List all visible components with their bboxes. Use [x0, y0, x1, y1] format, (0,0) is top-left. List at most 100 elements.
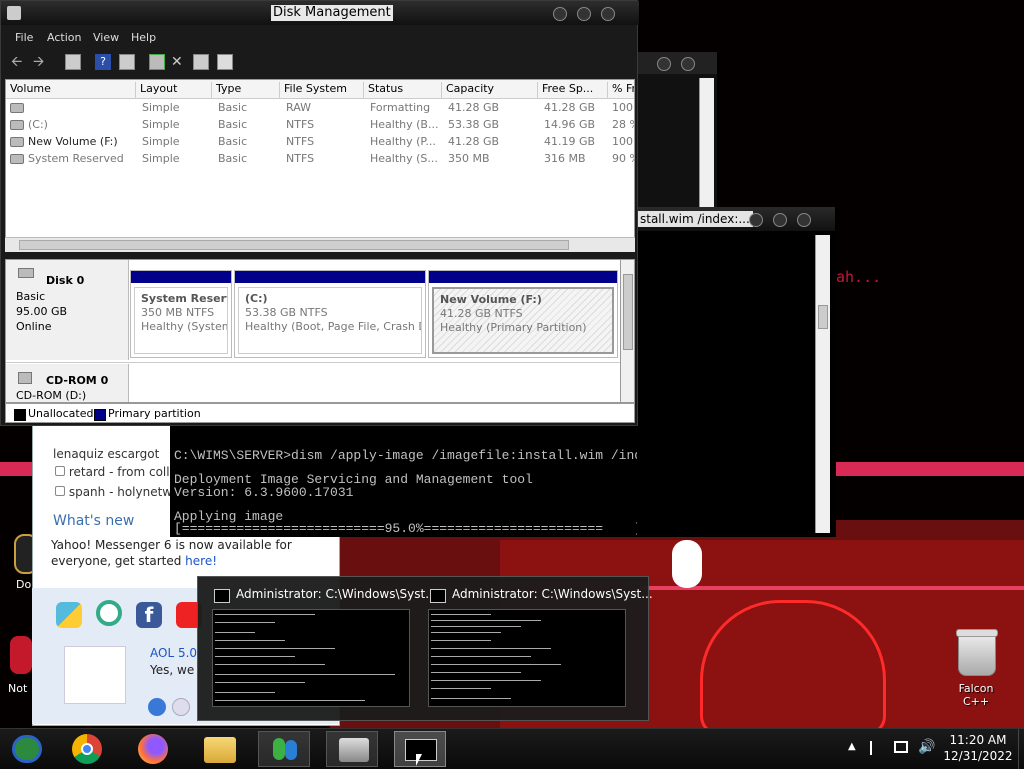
cdrom-label-panel[interactable]: CD-ROM 0 CD-ROM (D:): [6, 364, 129, 402]
column-layout[interactable]: Layout: [136, 82, 212, 98]
menu-file[interactable]: File: [15, 31, 33, 44]
firefox-icon: [138, 734, 168, 764]
tray-chevron-icon[interactable]: ▲: [848, 741, 856, 752]
app-icon[interactable]: [96, 600, 122, 626]
aol-title[interactable]: AOL 5.0: [150, 646, 197, 660]
edit-icon[interactable]: [193, 54, 209, 70]
action-center-flag-icon[interactable]: [870, 741, 884, 755]
partition-status: Healthy (Boot, Page File, Crash Dun: [245, 320, 422, 333]
cell-pct: 28 %: [612, 118, 634, 131]
help-icon[interactable]: ?: [95, 54, 111, 70]
desktop-app-icon[interactable]: [10, 636, 32, 674]
disk0-label-panel[interactable]: Disk 0 Basic 95.00 GB Online: [6, 260, 129, 360]
maximize-button[interactable]: [681, 57, 695, 71]
view-icon[interactable]: [119, 54, 135, 70]
column-free-space[interactable]: Free Sp...: [538, 82, 608, 98]
delete-icon[interactable]: ✕: [171, 54, 187, 70]
contact-item[interactable]: lenaquiz escargot: [53, 447, 159, 461]
whats-new-heading: What's new: [53, 513, 135, 529]
whats-new-link[interactable]: here!: [185, 554, 217, 568]
minimize-button[interactable]: [749, 213, 763, 227]
thumbnail-window[interactable]: Administrator: C:\Windows\Syst...: [208, 577, 437, 717]
column-type[interactable]: Type: [212, 82, 280, 98]
window-titlebar[interactable]: [637, 52, 717, 74]
volume-icon[interactable]: 🔊: [918, 739, 935, 755]
horizontal-scrollbar[interactable]: [5, 237, 635, 252]
taskbar-app-firefox[interactable]: [128, 731, 180, 767]
menu-action[interactable]: Action: [47, 31, 81, 44]
recycle-bin-label[interactable]: Falcon C++: [944, 682, 1008, 708]
facebook-icon[interactable]: f: [136, 602, 162, 628]
play-button[interactable]: [148, 698, 166, 716]
menu-help[interactable]: Help: [131, 31, 156, 44]
column-file-system[interactable]: File System: [280, 82, 364, 98]
recycle-bin-icon[interactable]: [944, 629, 1008, 680]
table-row[interactable]: System Reserved Simple Basic NTFS Health…: [6, 150, 634, 167]
back-arrow-icon[interactable]: 🡨: [11, 54, 27, 70]
vertical-scrollbar[interactable]: [620, 260, 634, 402]
cmd-icon: [430, 589, 446, 603]
properties-icon[interactable]: [65, 54, 81, 70]
partition-f[interactable]: New Volume (F:) 41.28 GB NTFS Healthy (P…: [428, 270, 618, 358]
cell-volume: New Volume (F:): [28, 135, 118, 148]
network-icon[interactable]: [894, 741, 908, 753]
desktop-icon-label[interactable]: Do: [16, 578, 31, 591]
console-window[interactable]: stall.wim /index:...: [637, 207, 835, 537]
taskbar-app-media-center[interactable]: [2, 731, 54, 767]
partition-c[interactable]: (C:) 53.38 GB NTFS Healthy (Boot, Page F…: [234, 270, 426, 358]
clock-time[interactable]: 11:20 AM: [948, 733, 1008, 747]
column-headers: Volume Layout Type File System Status Ca…: [6, 80, 634, 99]
forward-arrow-icon[interactable]: 🡪: [33, 54, 49, 70]
column-capacity[interactable]: Capacity: [442, 82, 538, 98]
thumbnail-window[interactable]: Administrator: C:\Windows\Syst...: [424, 577, 653, 717]
cell-type: Basic: [218, 118, 248, 131]
maximize-button[interactable]: [577, 7, 591, 21]
taskbar-app-messenger[interactable]: [258, 731, 310, 767]
taskbar-app-setup[interactable]: [326, 731, 378, 767]
disk-graphical-view[interactable]: Disk 0 Basic 95.00 GB Online System Rese…: [5, 259, 635, 403]
volume-list[interactable]: Volume Layout Type File System Status Ca…: [5, 79, 635, 251]
desktop-icon-label[interactable]: Not: [8, 682, 27, 695]
window-titlebar[interactable]: Disk Management: [1, 1, 639, 25]
contact-item[interactable]: retard - from colle: [55, 465, 177, 479]
close-button[interactable]: [601, 7, 615, 21]
scrollbar-thumb[interactable]: [19, 240, 569, 250]
clock-date[interactable]: 12/31/2022: [940, 749, 1016, 763]
partition-system-reserved[interactable]: System Reserved 350 MB NTFS Healthy (Sys…: [130, 270, 232, 358]
prev-button[interactable]: [172, 698, 190, 716]
table-row[interactable]: Simple Basic RAW Formatting 41.28 GB 41.…: [6, 99, 634, 116]
taskbar-app-explorer[interactable]: [194, 731, 246, 767]
maximize-button[interactable]: [773, 213, 787, 227]
window-titlebar[interactable]: stall.wim /index:...: [637, 207, 835, 231]
scrollbar[interactable]: [699, 78, 714, 208]
minimize-button[interactable]: [657, 57, 671, 71]
close-button[interactable]: [797, 213, 811, 227]
messenger-icon: [273, 738, 285, 760]
table-row[interactable]: (C:) Simple Basic NTFS Healthy (B... 53.…: [6, 116, 634, 133]
app-icon[interactable]: [56, 602, 82, 628]
drive-icon: [10, 120, 24, 130]
partition-size: 350 MB NTFS: [141, 306, 215, 319]
vertical-scrollbar[interactable]: [815, 235, 830, 533]
column-volume[interactable]: Volume: [6, 82, 136, 98]
checklist-icon[interactable]: [217, 54, 233, 70]
column-status[interactable]: Status: [364, 82, 442, 98]
taskbar-app-chrome[interactable]: [62, 731, 114, 767]
refresh-icon[interactable]: [149, 54, 165, 70]
background-console-window[interactable]: [637, 52, 717, 212]
cell-capacity: 41.28 GB: [448, 135, 500, 148]
window-title: stall.wim /index:...: [637, 211, 753, 227]
thumbnail-title: Administrator: C:\Windows\Syst...: [452, 587, 653, 601]
table-row[interactable]: New Volume (F:) Simple Basic NTFS Health…: [6, 133, 634, 150]
mouse-cursor-icon: [416, 754, 422, 766]
cell-pct: 90 %: [612, 152, 634, 165]
scrollbar-thumb[interactable]: [818, 305, 828, 329]
disk-size: 95.00 GB: [16, 305, 68, 318]
disk-management-window[interactable]: Disk Management File Action View Help 🡨 …: [0, 0, 639, 426]
minimize-button[interactable]: [553, 7, 567, 21]
show-desktop-button[interactable]: [1018, 729, 1024, 769]
cell-volume: (C:): [28, 118, 48, 131]
scrollbar-thumb[interactable]: [623, 274, 633, 350]
menu-view[interactable]: View: [93, 31, 119, 44]
column-percent-free[interactable]: % Fr: [608, 82, 634, 98]
